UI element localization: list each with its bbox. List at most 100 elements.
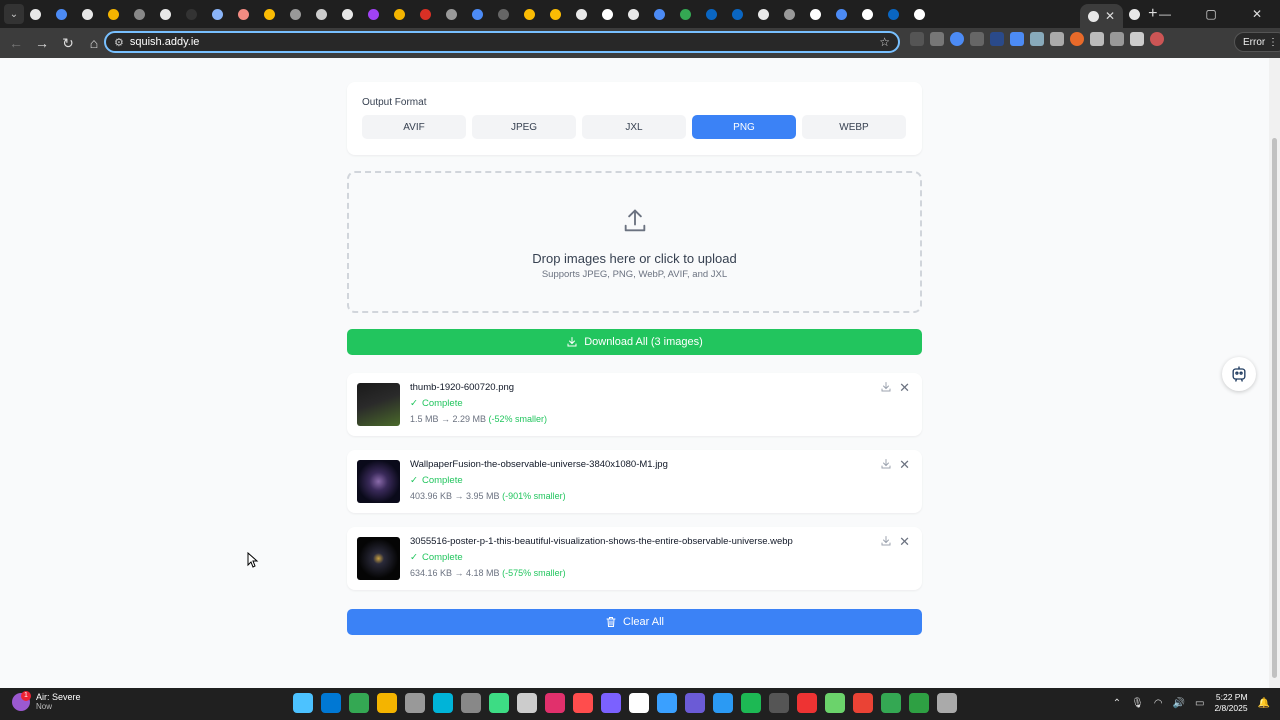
extension-icon[interactable]: [1030, 32, 1044, 46]
tab-favicon-icon[interactable]: [602, 8, 613, 20]
taskbar-app-icon[interactable]: [573, 693, 593, 713]
tab-favicon-icon[interactable]: [186, 8, 197, 20]
extension-icon[interactable]: [1010, 32, 1024, 46]
extension-icon[interactable]: [910, 32, 924, 46]
extensions-puzzle-icon[interactable]: [1090, 32, 1104, 46]
tab-favicon-icon[interactable]: [680, 8, 691, 20]
remove-file-icon[interactable]: ✕: [899, 381, 910, 394]
battery-icon[interactable]: ▭: [1195, 698, 1204, 709]
tab-favicon-icon[interactable]: [914, 8, 925, 20]
tab-favicon-icon[interactable]: [706, 8, 717, 20]
clear-all-button[interactable]: Clear All: [347, 609, 922, 635]
taskbar-app-icon[interactable]: [937, 693, 957, 713]
taskbar-app-icon[interactable]: [769, 693, 789, 713]
tab-favicon-icon[interactable]: [56, 8, 67, 20]
extension-icon[interactable]: [990, 32, 1004, 46]
downloads-icon[interactable]: [1130, 32, 1144, 46]
taskbar-app-icon[interactable]: [349, 693, 369, 713]
tab-favicon-icon[interactable]: [368, 8, 379, 20]
reading-list-icon[interactable]: [1110, 32, 1124, 46]
tab-favicon-icon[interactable]: [82, 8, 93, 20]
download-all-button[interactable]: Download All (3 images): [347, 329, 922, 355]
taskbar-app-icon[interactable]: [545, 693, 565, 713]
scrollbar-thumb[interactable]: [1272, 138, 1277, 678]
tab-favicon-icon[interactable]: [160, 8, 171, 20]
tab-favicon-icon[interactable]: [446, 8, 457, 20]
extension-icon[interactable]: [950, 32, 964, 46]
extension-icon[interactable]: [970, 32, 984, 46]
tab-favicon-icon[interactable]: [212, 8, 223, 20]
maximize-button[interactable]: ▢: [1188, 7, 1234, 21]
tab-favicon-icon[interactable]: [888, 8, 899, 20]
taskbar-app-icon[interactable]: [797, 693, 817, 713]
format-png-button[interactable]: PNG: [692, 115, 796, 139]
taskbar-app-icon[interactable]: [461, 693, 481, 713]
site-info-icon[interactable]: ⚙: [114, 36, 124, 49]
taskbar-app-icon[interactable]: [517, 693, 537, 713]
home-icon[interactable]: ⌂: [82, 31, 106, 55]
tab-favicon-icon[interactable]: [810, 8, 821, 20]
forward-icon[interactable]: →: [30, 31, 54, 55]
tab-favicon-icon[interactable]: [576, 8, 587, 20]
volume-icon[interactable]: 🔊: [1173, 698, 1185, 709]
tab-favicon-icon[interactable]: [784, 8, 795, 20]
format-webp-button[interactable]: WEBP: [802, 115, 906, 139]
remove-file-icon[interactable]: ✕: [899, 458, 910, 471]
taskbar-app-icon[interactable]: [881, 693, 901, 713]
weather-widget[interactable]: 1 Air: Severe Now: [12, 690, 81, 711]
taskbar-app-icon[interactable]: [321, 693, 341, 713]
download-file-icon[interactable]: [880, 381, 892, 393]
profile-avatar[interactable]: [1150, 32, 1164, 46]
wifi-icon[interactable]: ◠: [1154, 698, 1163, 709]
format-jxl-button[interactable]: JXL: [582, 115, 686, 139]
tab-favicon-icon[interactable]: [836, 8, 847, 20]
taskbar-app-icon[interactable]: [853, 693, 873, 713]
tab-favicon-icon[interactable]: [134, 8, 145, 20]
tab-favicon-icon[interactable]: [862, 8, 873, 20]
taskbar-app-icon[interactable]: [433, 693, 453, 713]
upload-dropzone[interactable]: Drop images here or click to upload Supp…: [347, 171, 922, 313]
taskbar-app-icon[interactable]: [405, 693, 425, 713]
extension-icon[interactable]: [1050, 32, 1064, 46]
page-scrollbar[interactable]: [1269, 58, 1280, 688]
url-text[interactable]: squish.addy.ie: [130, 36, 200, 48]
tab-favicon-icon[interactable]: [420, 8, 431, 20]
tab-favicon-icon[interactable]: [758, 8, 769, 20]
tab-favicon-icon[interactable]: [654, 8, 665, 20]
chevron-up-icon[interactable]: ⌃: [1113, 698, 1121, 709]
format-jpeg-button[interactable]: JPEG: [472, 115, 576, 139]
reload-icon[interactable]: ↻: [56, 31, 80, 55]
format-avif-button[interactable]: AVIF: [362, 115, 466, 139]
tab-favicon-icon[interactable]: [550, 8, 561, 20]
tab-favicon-icon[interactable]: [394, 8, 405, 20]
tab-favicon-icon[interactable]: [1129, 8, 1141, 20]
tab-favicon-icon[interactable]: [628, 8, 639, 20]
tab-favicon-icon[interactable]: [524, 8, 535, 20]
tab-favicon-icon[interactable]: [238, 8, 249, 20]
minimize-button[interactable]: —: [1142, 7, 1188, 21]
taskbar-app-icon[interactable]: [825, 693, 845, 713]
taskbar-app-icon[interactable]: [685, 693, 705, 713]
tab-favicon-icon[interactable]: [342, 8, 353, 20]
tab-search-icon[interactable]: ⌄: [4, 4, 24, 24]
taskbar-app-icon[interactable]: [377, 693, 397, 713]
taskbar-app-icon[interactable]: [713, 693, 733, 713]
remove-file-icon[interactable]: ✕: [899, 535, 910, 548]
clock[interactable]: 5:22 PM 2/8/2025: [1214, 692, 1247, 714]
extension-icon[interactable]: [930, 32, 944, 46]
close-window-button[interactable]: ✕: [1234, 7, 1280, 21]
helper-bot-button[interactable]: [1222, 357, 1256, 391]
taskbar-app-icon[interactable]: [741, 693, 761, 713]
back-icon[interactable]: ←: [4, 31, 28, 55]
tab-favicon-icon[interactable]: [30, 8, 41, 20]
tab-favicon-icon[interactable]: [472, 8, 483, 20]
taskbar-app-icon[interactable]: [629, 693, 649, 713]
tab-favicon-icon[interactable]: [732, 8, 743, 20]
taskbar-app-icon[interactable]: [293, 693, 313, 713]
tab-favicon-icon[interactable]: [264, 8, 275, 20]
tab-favicon-icon[interactable]: [316, 8, 327, 20]
address-bar[interactable]: ⚙ squish.addy.ie ☆: [104, 31, 900, 53]
error-button[interactable]: Error ⋮: [1234, 32, 1280, 52]
download-file-icon[interactable]: [880, 535, 892, 547]
active-tab[interactable]: ✕: [1080, 4, 1124, 28]
